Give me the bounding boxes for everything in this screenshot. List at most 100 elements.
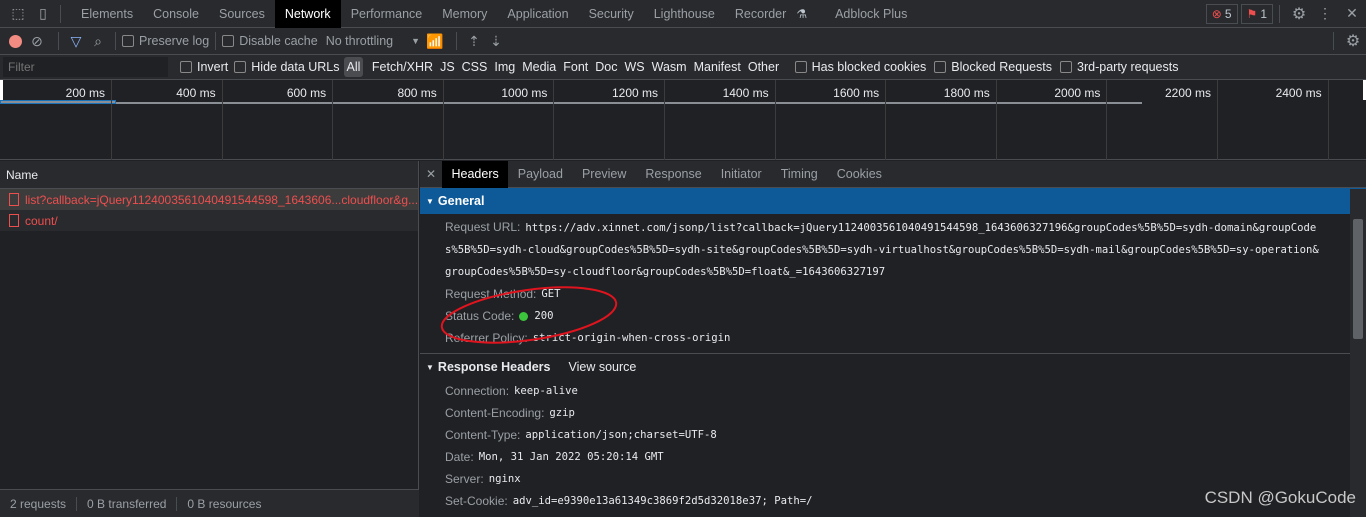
filter-type-fetch-xhr[interactable]: Fetch/XHR <box>368 60 436 74</box>
details-tab-cookies[interactable]: Cookies <box>827 161 891 188</box>
invert-checkbox[interactable]: Invert <box>180 60 228 74</box>
details-tab-timing[interactable]: Timing <box>771 161 827 188</box>
tab-sources[interactable]: Sources <box>209 0 275 28</box>
tab-elements[interactable]: Elements <box>71 0 143 28</box>
view-source-link[interactable]: View source <box>568 360 636 374</box>
network-settings-gear-icon[interactable]: ⚙ <box>1340 31 1366 51</box>
name-column-header[interactable]: Name <box>0 161 418 189</box>
requests-pane: Name list?callback=jQuery112400356104049… <box>0 161 419 517</box>
timeline-tick-label: 1000 ms <box>501 86 548 100</box>
details-tab-response[interactable]: Response <box>636 161 711 188</box>
filter-type-css[interactable]: CSS <box>458 60 491 74</box>
tab-application[interactable]: Application <box>497 0 578 28</box>
tab-performance[interactable]: Performance <box>341 0 433 28</box>
network-toolbar: ⊘ ▽ ⌕ Preserve log Disable cache No thro… <box>0 28 1366 55</box>
timeline-tick-label: 2200 ms <box>1164 86 1211 100</box>
timeline-gridline <box>442 80 444 160</box>
preserve-log-checkbox[interactable]: Preserve log <box>122 34 209 48</box>
clear-icon[interactable]: ⊘ <box>22 33 52 50</box>
header-value: gzip <box>549 407 575 419</box>
more-options-icon[interactable]: ⋮ <box>1312 5 1338 22</box>
hide-data-urls-checkbox[interactable]: Hide data URLs <box>234 60 340 74</box>
tab-network[interactable]: Network <box>274 0 341 28</box>
filter-type-js[interactable]: JS <box>437 60 459 74</box>
timeline-gridline <box>1106 80 1108 160</box>
overview-timeline[interactable]: 200 ms 400 ms 600 ms 800 ms 1000 ms 1200 ms 14… <box>0 80 1366 160</box>
filter-bar: Invert Hide data URLs All Fetch/XHRJSCSSI… <box>0 55 1366 80</box>
inspect-element-icon[interactable]: ⬚ <box>4 5 32 22</box>
header-value: adv_id=e9390e13a61349c3869f2d5d32018e37;… <box>512 495 813 507</box>
search-icon[interactable]: ⌕ <box>87 33 109 50</box>
filter-type-media[interactable]: Media <box>519 60 560 74</box>
timeline-gridline <box>885 80 887 160</box>
timeline-tick-label: 1600 ms <box>833 86 880 100</box>
response-header-row: Content-Encoding: gzip <box>420 402 1366 424</box>
request-row[interactable]: count/ <box>0 210 418 231</box>
disable-cache-checkbox[interactable]: Disable cache <box>222 34 318 48</box>
close-devtools-icon[interactable]: ✕ <box>1338 5 1366 22</box>
timeline-tick-label: 800 ms <box>397 86 437 100</box>
import-har-icon[interactable]: ⇡ <box>463 33 485 50</box>
timeline-tick-label: 1400 ms <box>722 86 769 100</box>
timeline-tick-label: 200 ms <box>65 86 105 100</box>
timeline-gridline <box>774 80 776 160</box>
has-blocked-cookies-checkbox[interactable]: Has blocked cookies <box>794 60 926 74</box>
tab-console[interactable]: Console <box>143 0 209 28</box>
expand-triangle-icon: ▼ <box>426 196 434 206</box>
header-value: keep-alive <box>514 385 578 397</box>
dropdown-arrow-icon: ▼ <box>411 36 421 46</box>
divider <box>215 32 217 50</box>
flask-icon: ⚗ <box>796 6 808 21</box>
filter-type-manifest[interactable]: Manifest <box>690 60 744 74</box>
header-value: nginx <box>488 473 521 485</box>
close-details-icon[interactable]: ✕ <box>420 167 442 181</box>
device-toolbar-icon[interactable]: ▯ <box>32 5 54 22</box>
request-row[interactable]: list?callback=jQuery11240035610404915445… <box>0 189 418 210</box>
blocked-requests-checkbox[interactable]: Blocked Requests <box>934 60 1052 74</box>
details-tab-headers[interactable]: Headers <box>442 160 509 188</box>
record-button[interactable] <box>9 34 22 48</box>
general-section-header[interactable]: ▼ General <box>420 188 1366 214</box>
filter-type-font[interactable]: Font <box>560 60 592 74</box>
watermark: CSDN @GokuCode <box>1204 488 1356 507</box>
timeline-gridline <box>995 80 997 160</box>
scrollbar-thumb[interactable] <box>1353 219 1363 339</box>
error-icon: ⊗ <box>1211 6 1222 21</box>
issues-badge[interactable]: ⚑ 1 <box>1240 3 1273 24</box>
filter-input[interactable] <box>3 57 168 77</box>
response-headers-section-header[interactable]: ▼ Response Headers View source <box>420 354 1366 380</box>
third-party-requests-checkbox[interactable]: 3rd-party requests <box>1060 60 1178 74</box>
timeline-left-handle[interactable] <box>0 80 3 100</box>
divider <box>115 32 116 50</box>
header-value: application/json;charset=UTF-8 <box>525 429 717 441</box>
timeline-gridline <box>111 80 112 160</box>
annotation-ellipse <box>440 286 618 344</box>
tab-recorder[interactable]: Recorder <box>725 0 796 28</box>
tab-lighthouse[interactable]: Lighthouse <box>644 0 725 28</box>
timeline-tick-label: 400 ms <box>176 86 216 100</box>
filter-type-doc[interactable]: Doc <box>592 60 621 74</box>
throttling-select[interactable]: No throttling ▼ <box>326 34 420 48</box>
details-scrollbar[interactable] <box>1350 189 1366 517</box>
filter-type-img[interactable]: Img <box>491 60 519 74</box>
filter-type-all[interactable]: All <box>343 57 364 77</box>
tab-memory[interactable]: Memory <box>432 0 497 28</box>
divider <box>1333 32 1334 50</box>
response-header-row: Content-Type: application/json;charset=UT… <box>420 424 1366 446</box>
errors-badge[interactable]: ⊗ 5 <box>1205 3 1238 24</box>
filter-type-wasm[interactable]: Wasm <box>648 60 690 74</box>
tab-security[interactable]: Security <box>579 0 644 28</box>
settings-gear-icon[interactable]: ⚙ <box>1286 4 1312 24</box>
details-tab-initiator[interactable]: Initiator <box>711 161 771 188</box>
filter-icon[interactable]: ▽ <box>65 33 87 50</box>
details-tab-preview[interactable]: Preview <box>572 161 635 188</box>
header-name: Server: <box>445 472 484 486</box>
filter-type-other[interactable]: Other <box>744 60 782 74</box>
tab-adblock-plus[interactable]: Adblock Plus <box>825 0 917 28</box>
timeline-gridline <box>332 80 334 160</box>
timeline-gridline <box>1217 80 1218 160</box>
details-tab-payload[interactable]: Payload <box>508 161 572 188</box>
export-har-icon[interactable]: ⇣ <box>485 33 507 50</box>
filter-type-ws[interactable]: WS <box>621 60 648 74</box>
network-conditions-icon[interactable]: 📶 <box>420 33 450 50</box>
